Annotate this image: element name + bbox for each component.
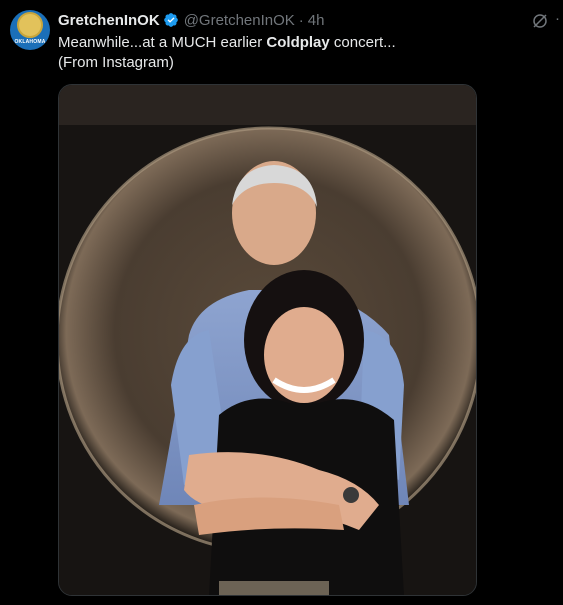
oklahoma-seal-icon — [17, 11, 43, 38]
tweet-text: Meanwhile...at a MUCH earlier Coldplay c… — [58, 33, 538, 73]
tweet-text-part1: Meanwhile...at a MUCH earlier — [58, 34, 267, 51]
author-name[interactable]: GretchenInOK — [58, 12, 160, 29]
tweet-time[interactable]: 4h — [308, 12, 325, 29]
separator-dot: · — [298, 11, 304, 29]
avatar-label: OKLAHOMA — [14, 38, 46, 45]
tweet-text-part2: concert... — [329, 34, 396, 51]
tweet-text-line2: (From Instagram) — [58, 54, 174, 71]
tweet-text-bold: Coldplay — [266, 34, 330, 51]
tweet-photo[interactable] — [58, 84, 477, 596]
more-icon[interactable]: · — [555, 10, 560, 27]
author-handle[interactable]: @GretchenInOK — [184, 12, 295, 29]
verified-badge-icon[interactable] — [163, 12, 179, 28]
tweet[interactable]: OKLAHOMA GretchenInOK @GretchenInOK · 4h… — [0, 0, 563, 605]
tweet-header: GretchenInOK @GretchenInOK · 4h — [58, 10, 324, 30]
grok-icon[interactable] — [531, 12, 549, 30]
avatar[interactable]: OKLAHOMA — [10, 10, 50, 50]
